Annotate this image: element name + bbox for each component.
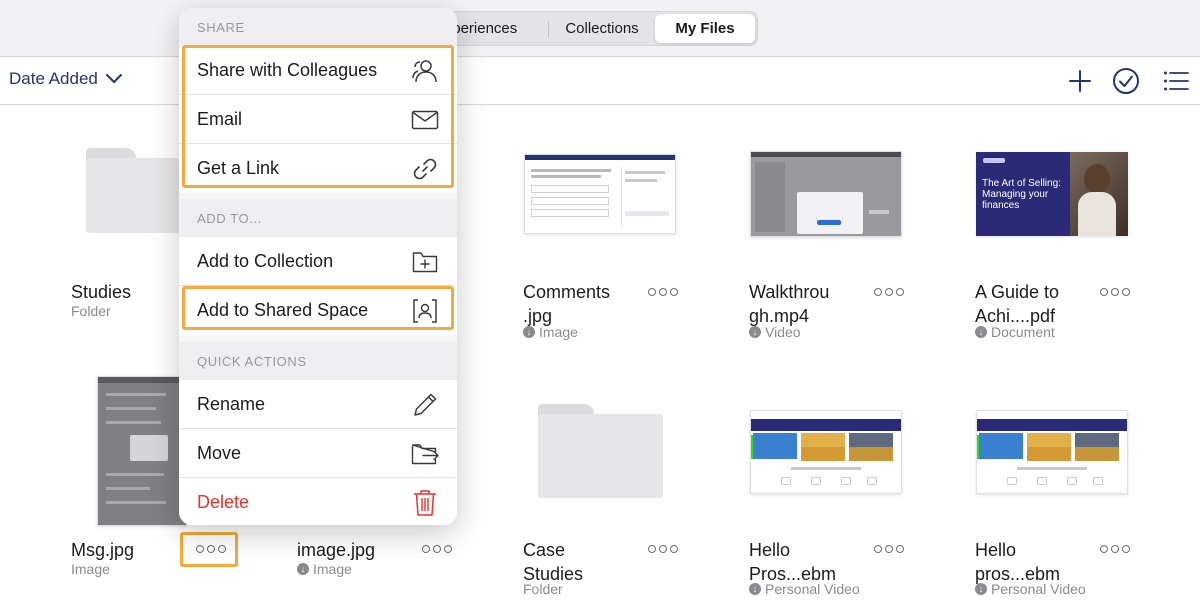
walkthrough-thumbnail[interactable]: [750, 151, 902, 237]
item-type: Image: [71, 561, 110, 577]
more-options-button[interactable]: [648, 288, 678, 296]
guide-thumbnail[interactable]: The Art of Selling: Managing your financ…: [976, 152, 1128, 236]
item-title[interactable]: image.jpg: [297, 538, 375, 562]
more-options-button[interactable]: [648, 545, 678, 553]
sort-label: Date Added: [9, 69, 98, 88]
share-with-colleagues-item[interactable]: Share with Colleagues: [179, 46, 457, 95]
video-thumbnail[interactable]: [750, 410, 902, 494]
downloaded-icon: ↓: [749, 326, 761, 338]
downloaded-icon: ↓: [975, 583, 987, 595]
list-view-icon[interactable]: [1162, 67, 1190, 95]
comments-thumbnail[interactable]: [524, 154, 676, 234]
item-title[interactable]: Msg.jpg: [71, 538, 134, 562]
more-options-button[interactable]: [1100, 288, 1130, 296]
downloaded-icon: ↓: [523, 326, 535, 338]
item-title[interactable]: Studies: [71, 280, 131, 304]
downloaded-icon: ↓: [297, 563, 309, 575]
item-title[interactable]: Walkthrou gh.mp4: [749, 280, 829, 328]
share-section-header: SHARE: [179, 8, 457, 46]
shared-space-icon: [411, 298, 439, 324]
video-thumbnail[interactable]: [976, 410, 1128, 494]
move-item[interactable]: Move: [179, 429, 457, 478]
downloaded-icon: ↓: [975, 326, 987, 338]
get-a-link-item[interactable]: Get a Link: [179, 144, 457, 193]
folder-thumbnail[interactable]: [538, 404, 663, 498]
item-title[interactable]: Hello pros...ebm: [975, 538, 1060, 586]
tab-collections[interactable]: Collections: [549, 14, 655, 43]
delete-item[interactable]: Delete: [179, 478, 457, 525]
item-type: Folder: [523, 581, 563, 597]
item-title[interactable]: Comments .jpg: [523, 280, 610, 328]
add-to-shared-space-item[interactable]: Add to Shared Space: [179, 286, 457, 335]
item-title[interactable]: Case Studies: [523, 538, 583, 586]
downloaded-icon: ↓: [749, 583, 761, 595]
folder-move-icon: [411, 441, 439, 467]
colleagues-icon: [411, 58, 439, 84]
item-type: Folder: [71, 303, 111, 319]
item-type: ↓ Image: [523, 324, 578, 340]
quick-actions-section-header: QUICK ACTIONS: [179, 342, 457, 380]
chevron-down-icon: [105, 74, 122, 83]
trash-icon: [411, 490, 439, 516]
rename-item[interactable]: Rename: [179, 380, 457, 429]
item-type: ↓ Image: [297, 561, 352, 577]
add-to-collection-item[interactable]: Add to Collection: [179, 237, 457, 286]
select-check-icon[interactable]: [1112, 67, 1140, 95]
item-title[interactable]: A Guide to Achi....pdf: [975, 280, 1059, 328]
more-options-button[interactable]: [422, 545, 452, 553]
link-icon: [411, 156, 439, 182]
tab-my-files[interactable]: My Files: [655, 14, 755, 43]
item-type: ↓ Personal Video: [749, 581, 860, 597]
item-title[interactable]: Hello Pros...ebm: [749, 538, 836, 586]
more-options-button[interactable]: [874, 545, 904, 553]
item-type: ↓ Personal Video: [975, 581, 1086, 597]
sort-button[interactable]: Date Added: [9, 69, 122, 89]
msg-thumbnail[interactable]: [97, 376, 187, 526]
pencil-icon: [411, 392, 439, 418]
item-type: ↓ Video: [749, 324, 801, 340]
add-to-section-header: ADD TO...: [179, 199, 457, 237]
context-menu-popover: SHARE Share with Colleagues Email Get a …: [179, 8, 457, 525]
email-item[interactable]: Email: [179, 95, 457, 144]
item-type: ↓ Document: [975, 324, 1055, 340]
more-options-button[interactable]: [196, 545, 226, 553]
more-options-button[interactable]: [874, 288, 904, 296]
folder-add-icon: [411, 249, 439, 275]
add-icon[interactable]: [1066, 67, 1094, 95]
envelope-icon: [411, 107, 439, 133]
more-options-button[interactable]: [1100, 545, 1130, 553]
